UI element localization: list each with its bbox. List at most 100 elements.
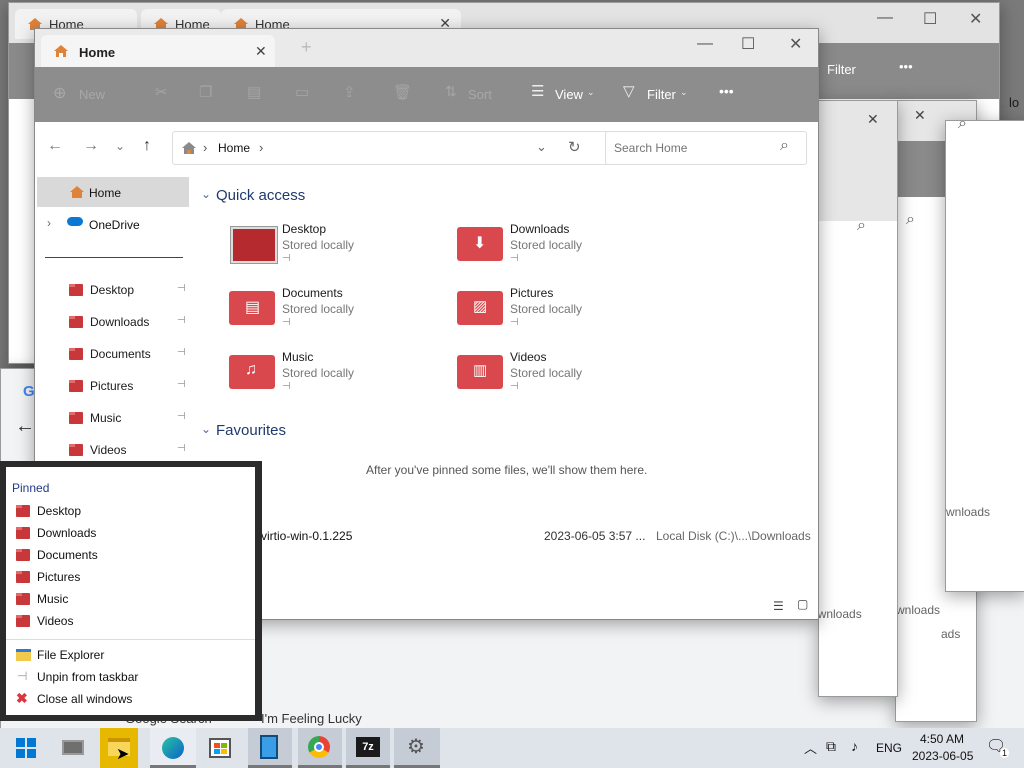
background-explorer-window-3[interactable]: ✕ ⌕ ...\Downloads (789, 100, 898, 697)
taskbar-chrome[interactable] (298, 728, 342, 768)
store-icon (209, 738, 231, 758)
jump-list-pinned-music[interactable]: Music (16, 590, 246, 610)
background-text: lo (1009, 95, 1020, 110)
cut-icon[interactable]: ✂ (155, 83, 168, 101)
sidebar-item-desktop[interactable]: Desktop ⊣ (69, 281, 189, 301)
back-arrow-icon[interactable]: ← (47, 137, 63, 155)
taskbar-file-explorer[interactable]: ➤ (100, 728, 138, 768)
view-button[interactable]: View (555, 87, 583, 102)
more-options-button[interactable]: ••• (719, 83, 734, 99)
tiles-view-icon[interactable]: ▢ (797, 597, 808, 611)
recent-file-row[interactable]: virtio-win-0.1.225 2023-06-05 3:57 ... L… (195, 527, 815, 547)
pin-icon: ⊣ (177, 411, 186, 422)
taskbar-store[interactable] (200, 728, 240, 768)
search-icon[interactable]: ⌕ (906, 211, 915, 229)
search-box[interactable]: ⌕ (605, 131, 807, 165)
quick-access-item-videos[interactable]: ▥ Videos Stored locally ⊣ (455, 347, 655, 395)
jump-list-file-explorer[interactable]: File Explorer (16, 646, 246, 666)
quick-access-status: Stored locally (282, 238, 355, 252)
sidebar-item-label: Desktop (90, 283, 135, 297)
sidebar-item-documents[interactable]: Documents ⊣ (69, 345, 189, 365)
jump-list-pinned-downloads[interactable]: Downloads (16, 524, 246, 544)
sidebar-item-videos[interactable]: Videos ⊣ (69, 441, 189, 461)
minimize-button[interactable]: — (877, 9, 893, 27)
copy-icon[interactable]: ❐ (199, 83, 212, 101)
close-tab-icon[interactable]: ✕ (255, 43, 267, 60)
quick-access-item-music[interactable]: ♫ Music Stored locally ⊣ (227, 347, 427, 395)
search-icon[interactable]: ⌕ (857, 217, 866, 235)
quick-access-item-documents[interactable]: ▤ Documents Stored locally ⊣ (227, 283, 427, 331)
pictures-folder-icon: ▨ (457, 291, 503, 325)
sidebar-item-home[interactable]: Home (37, 177, 189, 207)
taskbar-settings[interactable]: ⚙ (394, 728, 440, 768)
terminal-window[interactable]: ⌕ wnloads (945, 115, 1024, 592)
new-tab-button[interactable]: + (301, 37, 312, 58)
forward-arrow-icon[interactable]: → (83, 137, 99, 155)
taskbar-notepad[interactable] (248, 728, 292, 768)
refresh-icon[interactable]: ↻ (568, 138, 581, 156)
show-hidden-icons-chevron[interactable]: ︿ (804, 738, 817, 757)
quick-access-item-downloads[interactable]: ⬇ Downloads Stored locally ⊣ (455, 219, 655, 267)
address-bar[interactable]: › Home › ⌄ ↻ (172, 131, 632, 165)
collapse-chevron-icon[interactable]: ⌄ (201, 422, 211, 436)
quick-access-heading[interactable]: Quick access (216, 187, 305, 204)
more-options-icon[interactable]: ••• (899, 59, 913, 74)
jump-list-pinned-documents[interactable]: Documents (16, 546, 246, 566)
paste-icon[interactable]: ▤ (247, 83, 261, 101)
collapse-chevron-icon[interactable]: ⌄ (201, 187, 211, 201)
up-arrow-icon[interactable]: ↑ (143, 137, 151, 155)
videos-folder-icon (69, 444, 83, 456)
delete-icon[interactable]: 🗑 (393, 83, 412, 101)
filter-button[interactable]: Filter (647, 87, 676, 102)
jump-list-pinned-desktop[interactable]: Desktop (16, 502, 246, 522)
search-icon[interactable]: ⌕ (958, 115, 967, 133)
sidebar-item-onedrive[interactable]: › OneDrive (37, 209, 189, 239)
start-button[interactable] (6, 728, 46, 768)
taskbar-edge[interactable] (150, 728, 196, 768)
jump-list-pinned-pictures[interactable]: Pictures (16, 568, 246, 588)
clock-time[interactable]: 4:50 AM (920, 732, 964, 746)
details-view-icon[interactable]: ☰ (773, 599, 784, 613)
filter-button[interactable]: Filter (827, 62, 856, 77)
maximize-button[interactable]: ☐ (741, 34, 755, 54)
sidebar-item-music[interactable]: Music ⊣ (69, 409, 189, 429)
favourites-heading[interactable]: Favourites (216, 422, 286, 439)
jump-list-close-all[interactable]: ✖ Close all windows (16, 690, 246, 710)
lucky-button[interactable]: I'm Feeling Lucky (261, 711, 362, 726)
expand-chevron-icon[interactable]: › (47, 216, 51, 230)
close-icon[interactable]: ✕ (867, 111, 879, 128)
new-button[interactable]: New (79, 87, 105, 102)
clock-date[interactable]: 2023-06-05 (912, 749, 973, 763)
quick-access-item-pictures[interactable]: ▨ Pictures Stored locally ⊣ (455, 283, 655, 331)
home-icon (70, 186, 84, 198)
taskbar-7zip[interactable]: 7z (346, 728, 390, 768)
rename-icon[interactable]: ▭ (295, 83, 309, 101)
breadcrumb[interactable]: Home (218, 141, 250, 155)
quick-access-status: Stored locally (282, 366, 355, 380)
close-button[interactable]: ✕ (969, 9, 982, 29)
task-view-button[interactable] (52, 728, 92, 768)
file-name: virtio-win-0.1.225 (261, 529, 353, 543)
search-input[interactable] (612, 140, 776, 156)
search-icon[interactable]: ⌕ (780, 137, 789, 155)
sidebar-item-downloads[interactable]: Downloads ⊣ (69, 313, 189, 333)
chevron-down-icon[interactable]: ⌄ (115, 139, 125, 153)
share-icon[interactable]: ⇪ (343, 83, 356, 101)
jump-list-unpin[interactable]: ⊣ Unpin from taskbar (16, 668, 246, 688)
maximize-button[interactable]: ☐ (923, 9, 937, 29)
quick-access-item-desktop[interactable]: Desktop Stored locally ⊣ (227, 219, 427, 267)
close-button[interactable]: ✕ (789, 34, 802, 54)
sidebar-item-pictures[interactable]: Pictures ⊣ (69, 377, 189, 397)
7zip-icon: 7z (356, 737, 380, 757)
sort-button[interactable]: Sort (468, 87, 492, 102)
back-arrow-icon[interactable]: ← (15, 415, 35, 438)
active-tab[interactable]: Home ✕ (41, 35, 275, 67)
music-folder-icon: ♫ (229, 355, 275, 389)
close-icon[interactable]: ✕ (914, 107, 926, 124)
jump-list-pinned-videos[interactable]: Videos (16, 612, 246, 632)
chevron-down-icon[interactable]: ⌄ (536, 139, 547, 155)
volume-icon[interactable]: ♪ (851, 738, 858, 754)
language-indicator[interactable]: ENG (876, 741, 902, 755)
minimize-button[interactable]: — (697, 35, 713, 53)
network-icon[interactable]: ⧉ (826, 738, 836, 755)
